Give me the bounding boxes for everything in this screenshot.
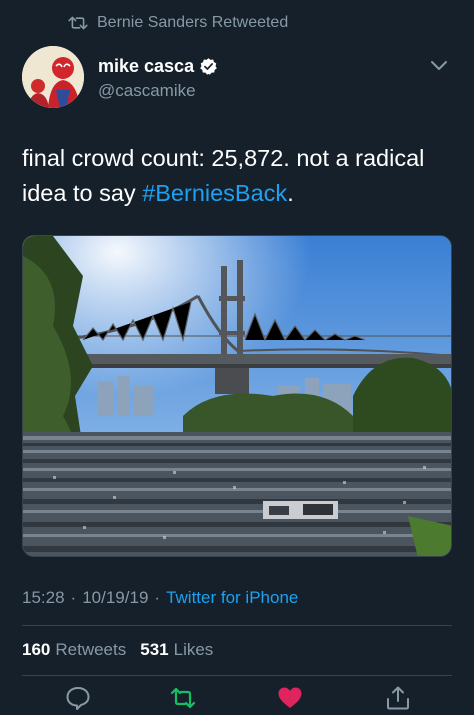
divider	[22, 625, 452, 626]
retweets-count[interactable]: 160	[22, 640, 50, 660]
share-icon[interactable]	[385, 686, 411, 710]
verified-badge-icon	[200, 58, 217, 75]
display-name[interactable]: mike casca	[98, 56, 194, 77]
hashtag-link[interactable]: #BerniesBack	[142, 180, 287, 206]
source-link[interactable]: Twitter for iPhone	[166, 588, 298, 608]
tweet-date: 10/19/19	[82, 588, 149, 607]
engagement-stats: 160 Retweets 531 Likes	[22, 640, 227, 660]
likes-count[interactable]: 531	[140, 640, 168, 660]
tweet-meta: 15:28 · 10/19/19 · Twitter for iPhone	[22, 588, 298, 608]
tweet-time: 15:28	[22, 588, 65, 607]
divider	[22, 675, 452, 676]
tweet-photo[interactable]	[22, 235, 452, 557]
chevron-down-icon[interactable]	[430, 60, 448, 72]
tweet-text: final crowd count: 25,872. not a radical…	[22, 141, 452, 211]
meta-separator: ·	[154, 588, 161, 607]
retweet-icon	[68, 16, 88, 30]
likes-label[interactable]: Likes	[174, 640, 214, 660]
retweets-label[interactable]: Retweets	[55, 640, 126, 660]
retweet-context[interactable]: Bernie Sanders Retweeted	[68, 14, 288, 32]
like-icon[interactable]	[277, 686, 303, 710]
retweet-icon[interactable]	[170, 686, 196, 710]
tweet-header: mike casca @cascamike	[22, 46, 452, 110]
retweet-context-label: Bernie Sanders Retweeted	[97, 14, 289, 31]
action-bar	[0, 686, 474, 715]
meta-separator: ·	[70, 588, 77, 607]
reply-icon[interactable]	[65, 686, 91, 710]
avatar[interactable]	[22, 46, 84, 108]
tweet-text-end: .	[287, 180, 294, 206]
handle[interactable]: @cascamike	[98, 81, 218, 101]
